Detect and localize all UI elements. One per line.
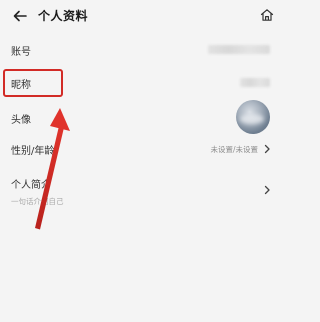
avatar[interactable] <box>236 100 270 134</box>
chevron-right-icon <box>264 144 270 154</box>
bio-placeholder: 一句话介绍自己 <box>11 197 64 206</box>
gender-age-value: 未设置/未设置 <box>210 145 258 154</box>
avatar-label: 头像 <box>11 115 31 126</box>
bio-label: 个人简介 <box>11 180 51 191</box>
avatar-row[interactable]: 头像 <box>0 100 284 136</box>
back-button[interactable] <box>9 6 31 26</box>
profile-screen: 个人资料 账号 昵称 头像 性别/年龄 未设置/未设置 个人简介 一句话介绍自己 <box>0 0 284 322</box>
nickname-label: 昵称 <box>11 80 31 91</box>
arrow-left-icon <box>13 10 27 22</box>
home-icon <box>260 9 274 21</box>
gender-age-row[interactable]: 性别/年龄 未设置/未设置 <box>0 138 284 162</box>
nickname-value-blurred <box>240 78 270 87</box>
page-title: 个人资料 <box>38 9 89 23</box>
home-button[interactable] <box>258 6 276 24</box>
account-label: 账号 <box>11 47 31 58</box>
chevron-right-icon <box>264 185 270 195</box>
gender-age-label: 性别/年龄 <box>11 146 55 157</box>
account-value-blurred <box>208 45 270 54</box>
account-row[interactable]: 账号 <box>0 36 284 64</box>
nickname-row[interactable]: 昵称 <box>0 68 284 98</box>
top-bar: 个人资料 <box>0 0 284 34</box>
bio-row[interactable]: 个人简介 一句话介绍自己 <box>0 172 284 212</box>
